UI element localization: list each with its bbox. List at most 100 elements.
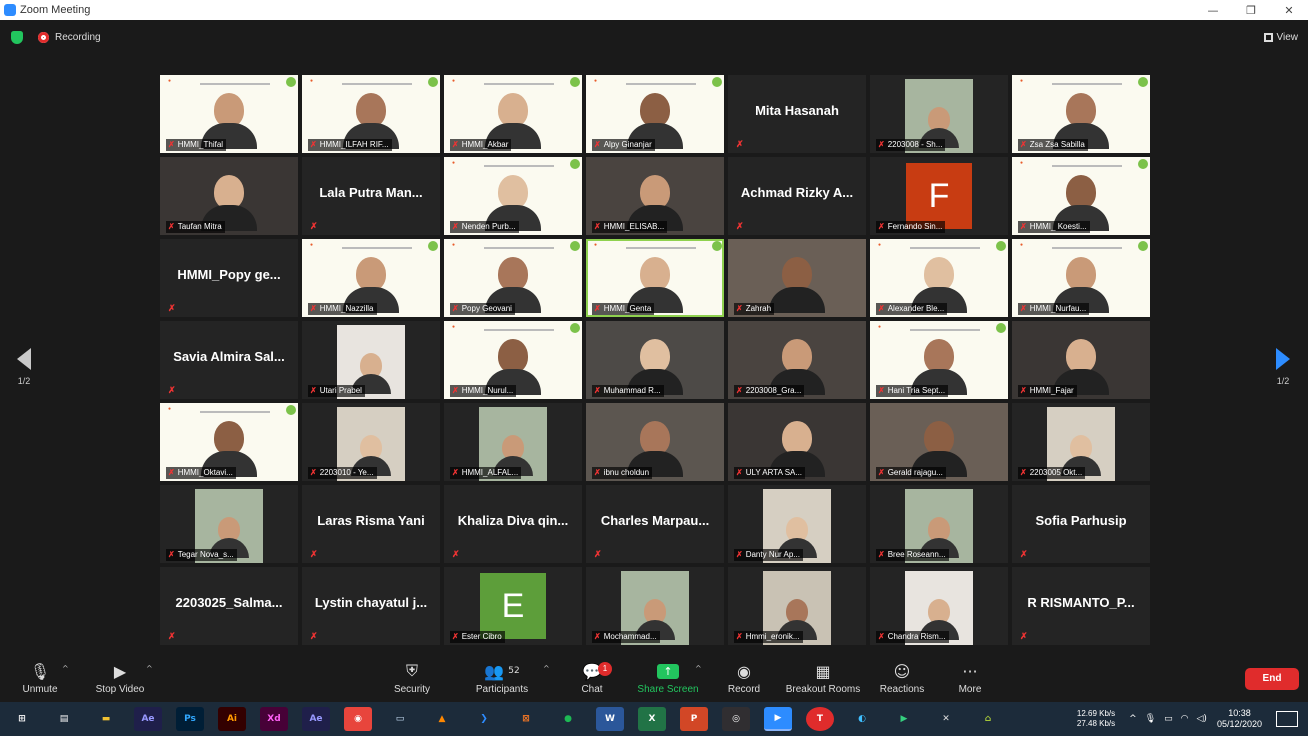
- participant-tile[interactable]: ● ✗ HMMI_Nurfau...: [1012, 239, 1150, 317]
- participant-tile[interactable]: ✗ Danty Nur Ap...: [728, 485, 866, 563]
- record-button[interactable]: ◉ Record: [704, 660, 784, 696]
- participant-tile[interactable]: ● ✗ HMMI_ Koesti...: [1012, 157, 1150, 235]
- participant-tile[interactable]: ✗ Tegar Nova_s...: [160, 485, 298, 563]
- participant-tile[interactable]: Lystin chayatul j... ✗: [302, 567, 440, 645]
- wifi-icon[interactable]: ◠: [1181, 714, 1189, 724]
- participant-tile[interactable]: R RISMANTO_P... ✗: [1012, 567, 1150, 645]
- audio-options-caret[interactable]: ^: [62, 664, 69, 673]
- windows-start-icon[interactable]: ⊞: [8, 707, 36, 731]
- notification-center-icon[interactable]: [1276, 711, 1298, 727]
- muted-mic-icon: ✗: [594, 222, 601, 231]
- participant-tile[interactable]: ✗ ibnu choldun: [586, 403, 724, 481]
- app-xd-icon[interactable]: Xd: [260, 707, 288, 731]
- participant-tile[interactable]: ✗ Utari Prabel: [302, 321, 440, 399]
- app-ai-icon[interactable]: Ai: [218, 707, 246, 731]
- previous-page-button[interactable]: 1/2: [12, 348, 36, 386]
- participant-tile[interactable]: ● ✗ HMMI_ILFAH RIF...: [302, 75, 440, 153]
- tools-icon[interactable]: ✕: [932, 707, 960, 731]
- participant-tile[interactable]: Mita Hasanah ✗: [728, 75, 866, 153]
- participant-tile[interactable]: ● ✗ Nenden Purb...: [444, 157, 582, 235]
- participant-tile[interactable]: Lala Putra Man... ✗: [302, 157, 440, 235]
- participant-tile[interactable]: Savia Almira Sal... ✗: [160, 321, 298, 399]
- volume-icon[interactable]: ◁): [1197, 714, 1207, 724]
- breakout-rooms-button[interactable]: ▦ Breakout Rooms: [783, 660, 863, 696]
- participant-tile[interactable]: ✗ HMMI_ALFAL...: [444, 403, 582, 481]
- participant-tile[interactable]: ● ✗ HMMI_Thifal: [160, 75, 298, 153]
- zoom-icon[interactable]: ▶: [764, 707, 792, 731]
- close-button[interactable]: ✕: [1270, 0, 1308, 20]
- participant-tile[interactable]: ✗ 2203010 - Ye...: [302, 403, 440, 481]
- participant-tile[interactable]: ✗ 2203008 - Sh...: [870, 75, 1008, 153]
- participant-tile[interactable]: ✗ Taufan Mitra: [160, 157, 298, 235]
- participant-tile[interactable]: ● ✗ Alexander Ble...: [870, 239, 1008, 317]
- chat-button[interactable]: 💬 1 Chat: [552, 660, 632, 695]
- app-ae-icon[interactable]: Ae: [134, 707, 162, 731]
- participant-tile[interactable]: 2203025_Salma... ✗: [160, 567, 298, 645]
- obs-icon[interactable]: ◎: [722, 707, 750, 731]
- participant-tile[interactable]: Achmad Rizky A... ✗: [728, 157, 866, 235]
- participant-tile[interactable]: HMMI_Popy ge... ✗: [160, 239, 298, 317]
- participant-tile[interactable]: Sofia Parhusip ✗: [1012, 485, 1150, 563]
- security-button[interactable]: ⛨ Security: [372, 660, 452, 695]
- participant-tile[interactable]: ● ✗ HMMI_Nazzilla: [302, 239, 440, 317]
- participant-tile[interactable]: E ✗ Ester Cibro: [444, 567, 582, 645]
- participants-button[interactable]: 👥 52 Participants: [462, 660, 542, 696]
- task-view-icon[interactable]: ▤: [50, 707, 78, 731]
- participant-tile[interactable]: ✗ Zahrah: [728, 239, 866, 317]
- participant-tile[interactable]: ✗ Muhammad R...: [586, 321, 724, 399]
- spotify-icon[interactable]: ●: [554, 707, 582, 731]
- notepad-icon[interactable]: ▭: [386, 707, 414, 731]
- participant-tile[interactable]: ✗ 2203008_Gra...: [728, 321, 866, 399]
- xampp-icon[interactable]: ⊠: [512, 707, 540, 731]
- participant-tile[interactable]: ● ✗ HMMI_Nurul...: [444, 321, 582, 399]
- participant-tile[interactable]: ● ✗ Alpy Ginanjar: [586, 75, 724, 153]
- chrome-icon[interactable]: ◉: [344, 707, 372, 731]
- tray-icons[interactable]: ^ 🎙 ▭ ◠ ◁): [1129, 714, 1207, 724]
- participants-caret[interactable]: ^: [543, 664, 550, 673]
- participant-tile[interactable]: Laras Risma Yani ✗: [302, 485, 440, 563]
- participant-tile[interactable]: ● ✗ Popy Geovani: [444, 239, 582, 317]
- participant-tile[interactable]: ✗ Hmmi_eronik...: [728, 567, 866, 645]
- edge-icon[interactable]: ◐: [848, 707, 876, 731]
- app-ae-icon[interactable]: Ae: [302, 707, 330, 731]
- vscode-icon[interactable]: ❯: [470, 707, 498, 731]
- excel-icon[interactable]: X: [638, 707, 666, 731]
- view-button[interactable]: View: [1263, 32, 1298, 43]
- microphone-tray-icon[interactable]: 🎙: [1145, 714, 1156, 724]
- end-meeting-button[interactable]: End: [1245, 668, 1299, 690]
- word-icon[interactable]: W: [596, 707, 624, 731]
- participant-tile[interactable]: ● ✗ Zsa Zsa Sabilla: [1012, 75, 1150, 153]
- participant-tile[interactable]: ✗ HMMI_Fajar: [1012, 321, 1150, 399]
- vlc-icon[interactable]: ▲: [428, 707, 456, 731]
- participant-tile[interactable]: Khaliza Diva qin... ✗: [444, 485, 582, 563]
- participant-tile[interactable]: ✗ ULY ARTA SA...: [728, 403, 866, 481]
- android-icon[interactable]: ⌂: [974, 707, 1002, 731]
- arrow-app-icon[interactable]: ▶: [890, 707, 918, 731]
- encryption-shield-icon[interactable]: [11, 30, 23, 44]
- minimize-button[interactable]: —: [1194, 0, 1232, 20]
- participant-tile[interactable]: ✗ 2203005 Okt...: [1012, 403, 1150, 481]
- next-page-button[interactable]: 1/2: [1271, 348, 1295, 386]
- participant-tile[interactable]: ✗ Gerald rajagu...: [870, 403, 1008, 481]
- battery-icon[interactable]: ▭: [1164, 714, 1173, 724]
- powerpoint-icon[interactable]: P: [680, 707, 708, 731]
- share-options-caret[interactable]: ^: [695, 664, 702, 673]
- chevron-up-icon[interactable]: ^: [1129, 714, 1137, 724]
- maximize-button[interactable]: ❐: [1232, 0, 1270, 20]
- clock[interactable]: 10:38 05/12/2020: [1217, 708, 1262, 730]
- participant-tile[interactable]: ● ✗ Hani Tria Sept...: [870, 321, 1008, 399]
- participant-tile[interactable]: ✗ Mochammad...: [586, 567, 724, 645]
- participant-tile[interactable]: ● ✗ HMMI_Oktavi...: [160, 403, 298, 481]
- participant-tile[interactable]: ● ✗ HMMI_Akbar: [444, 75, 582, 153]
- app-ps-icon[interactable]: Ps: [176, 707, 204, 731]
- app-t-icon[interactable]: T: [806, 707, 834, 731]
- participant-tile[interactable]: Charles Marpau... ✗: [586, 485, 724, 563]
- participant-tile[interactable]: ✗ Chandra Rism...: [870, 567, 1008, 645]
- participant-tile[interactable]: ✗ Bree Roseann...: [870, 485, 1008, 563]
- participant-tile[interactable]: ✗ HMMI_ELISAB...: [586, 157, 724, 235]
- participant-tile[interactable]: F ✗ Fernando Sin...: [870, 157, 1008, 235]
- more-button[interactable]: ··· More: [930, 660, 1010, 696]
- video-options-caret[interactable]: ^: [146, 664, 153, 673]
- file-explorer-icon[interactable]: ▬: [92, 707, 120, 731]
- participant-tile[interactable]: ● ✗ HMMI_Genta: [586, 239, 724, 317]
